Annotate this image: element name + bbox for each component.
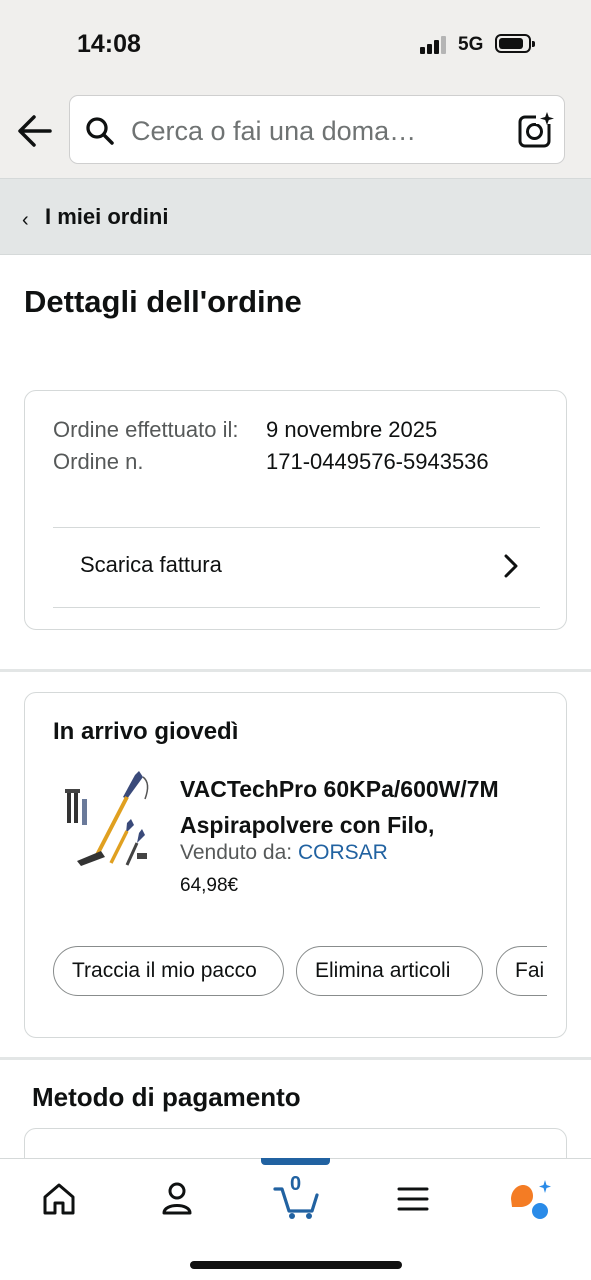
order-info-card: Ordine effettuato il: Ordine n. 9 novemb… [24, 390, 567, 630]
order-number-label: Ordine n. [53, 449, 144, 474]
camera-search-icon[interactable] [516, 110, 556, 150]
section-separator [0, 669, 591, 672]
menu-icon[interactable] [391, 1177, 435, 1221]
delivery-status: In arrivo giovedì [53, 718, 239, 745]
product-price: 64,98€ [180, 875, 239, 896]
seller-link[interactable]: CORSAR [298, 841, 388, 864]
order-number: 171-0449576-5943536 [266, 449, 489, 474]
bottom-nav: 0 [0, 1158, 591, 1280]
search-input[interactable]: Cerca o fai una doma… [131, 116, 416, 147]
network-type: 5G [458, 34, 484, 55]
chevron-right-icon [504, 554, 518, 578]
section-separator [0, 1057, 591, 1060]
status-time: 14:08 [77, 30, 141, 58]
breadcrumb-label[interactable]: I miei ordini [45, 204, 168, 230]
search-bar[interactable]: Cerca o fai una doma… [69, 95, 565, 164]
active-tab-indicator [261, 1158, 330, 1165]
battery-icon [495, 34, 535, 53]
download-invoice-row[interactable]: Scarica fattura [53, 528, 540, 608]
account-icon[interactable] [155, 1177, 199, 1221]
order-placed-label: Ordine effettuato il: [53, 417, 239, 442]
search-icon [86, 117, 114, 145]
home-indicator [190, 1261, 402, 1269]
product-image[interactable] [57, 769, 157, 869]
remove-items-button[interactable]: Elimina articoli [296, 946, 483, 996]
cart-count: 0 [290, 1173, 302, 1195]
shipment-actions: Traccia il mio pacco Elimina articoli Fa… [53, 946, 547, 998]
more-action-button[interactable]: Fai [496, 946, 547, 996]
product-name[interactable]: VACTechPro 60KPa/600W/7M Aspirapolvere c… [180, 771, 560, 843]
rufus-icon[interactable] [505, 1177, 553, 1221]
payment-section-title: Metodo di pagamento [32, 1082, 301, 1112]
chevron-left-icon: ‹ [22, 209, 29, 231]
track-package-button[interactable]: Traccia il mio pacco [53, 946, 284, 996]
download-invoice-label[interactable]: Scarica fattura [80, 552, 222, 578]
shipment-card: In arrivo giovedì VACTechPro 60KPa/600W/… [24, 692, 567, 1038]
breadcrumb[interactable]: ‹ I miei ordini [0, 178, 591, 255]
page-title: Dettagli dell'ordine [24, 284, 302, 319]
search-header: Cerca o fai una doma… [0, 88, 591, 178]
divider [53, 607, 540, 608]
order-labels: Ordine effettuato il: Ordine n. [53, 414, 243, 478]
order-date: 9 novembre 2025 [266, 417, 438, 442]
home-icon[interactable] [37, 1177, 81, 1221]
signal-icon [420, 36, 448, 54]
seller-info: Venduto da: CORSAR [180, 841, 388, 865]
seller-label: Venduto da: [180, 841, 293, 864]
order-values: 9 novembre 2025 171-0449576-5943536 [266, 414, 489, 478]
status-bar: 14:08 5G [0, 0, 591, 88]
back-arrow-icon[interactable] [14, 110, 56, 152]
